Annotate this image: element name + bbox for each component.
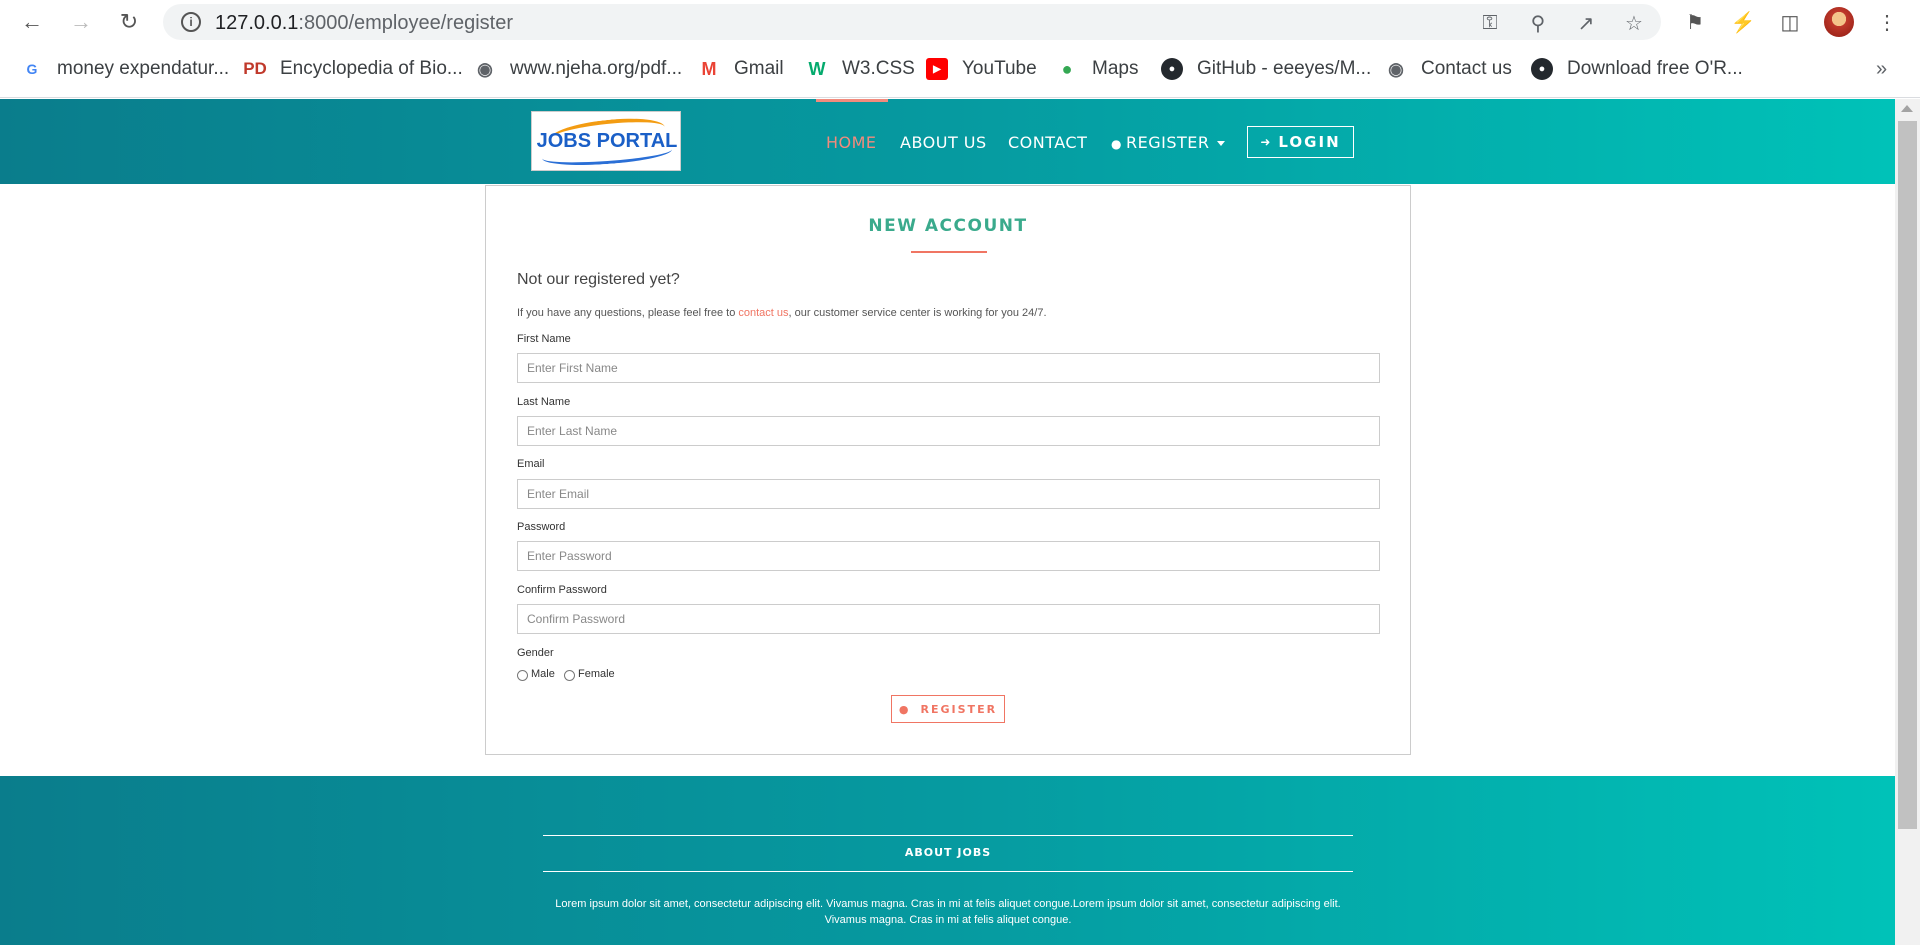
performance-icon[interactable]: ⚡ [1729,8,1757,36]
page-scrollbar[interactable] [1895,99,1920,945]
bookmarks-bar: Gmoney expendatur... PD Encyclopedia of B… [0,44,1920,98]
page-viewport: JOBS PORTAL HOME ABOUT US CONTACT ● REGIS… [0,99,1895,945]
bookmark-youtube[interactable]: ▶ YouTube [926,58,1037,80]
user-plus-icon: ● [898,702,911,716]
password-label: Password [517,521,566,533]
github-icon: ● [1531,58,1553,80]
address-bar[interactable]: i 127.0.0.1:8000/employee/register ⚿ ⚲ ↗… [163,4,1661,40]
site-logo[interactable]: JOBS PORTAL [531,111,681,171]
bookmark-encyclopedia[interactable]: PD Encyclopedia of Bio... [243,58,463,80]
first-name-label: First Name [517,333,571,345]
gender-female-label[interactable]: Female [578,668,615,680]
title-underline [911,251,987,253]
maps-icon: ● [1061,58,1073,79]
bookmark-download-oreilly[interactable]: ● Download free O'R... [1531,58,1743,80]
bookmark-money[interactable]: Gmoney expendatur... [21,58,230,80]
bookmark-w3css[interactable]: W W3.CSS [806,58,915,80]
google-icon: G [26,61,38,77]
star-icon[interactable]: ☆ [1621,10,1647,36]
bookmark-gmail[interactable]: M Gmail [698,58,784,80]
confirm-password-input[interactable] [517,604,1380,634]
browser-toolbar: ← → ↻ i 127.0.0.1:8000/employee/register… [0,0,1920,44]
password-input[interactable] [517,541,1380,571]
bookmark-contact-us[interactable]: ◉ Contact us [1385,58,1512,80]
scroll-up-icon[interactable] [1901,105,1913,112]
side-panel-icon[interactable]: ◫ [1776,8,1804,36]
register-submit-button[interactable]: ● REGISTER [891,695,1005,723]
url-text[interactable]: 127.0.0.1:8000/employee/register [215,12,513,35]
contact-us-link[interactable]: contact us [738,307,788,319]
nav-active-indicator [816,99,888,102]
scroll-thumb[interactable] [1898,121,1917,829]
nav-about-us[interactable]: ABOUT US [900,133,987,152]
page-title: NEW ACCOUNT [868,216,1028,236]
zoom-icon[interactable]: ⚲ [1525,10,1551,36]
footer-divider [543,835,1353,836]
caret-down-icon [1217,141,1226,146]
youtube-icon: ▶ [926,58,948,80]
back-icon[interactable]: ← [18,8,46,36]
bookmark-maps[interactable]: ● Maps [1056,58,1139,80]
bookmark-njeha[interactable]: ◉ www.njeha.org/pdf... [474,58,682,80]
first-name-input[interactable] [517,353,1380,383]
forward-icon[interactable]: → [67,8,95,36]
globe-icon: ◉ [1388,58,1404,79]
reload-icon[interactable]: ↻ [115,8,143,36]
site-header: JOBS PORTAL HOME ABOUT US CONTACT ● REGIS… [0,99,1895,184]
github-icon: ● [1161,58,1183,80]
profile-avatar[interactable] [1824,7,1854,37]
last-name-label: Last Name [517,396,571,408]
email-label: Email [517,458,545,470]
bookmarks-overflow-button[interactable]: » [1876,58,1887,81]
gender-male-radio[interactable] [517,670,528,681]
site-footer: ABOUT JOBS Lorem ipsum dolor sit amet, c… [0,776,1895,945]
w3-icon: W [808,58,826,79]
user-icon: ● [1111,137,1122,151]
last-name-input[interactable] [517,416,1380,446]
extensions-icon[interactable]: ⚑ [1681,8,1709,36]
nav-home[interactable]: HOME [826,133,877,152]
gender-female-radio[interactable] [564,670,575,681]
form-description: If you have any questions, please feel f… [517,307,1047,319]
gender-male-label[interactable]: Male [531,668,555,680]
confirm-password-label: Confirm Password [517,584,607,596]
gender-label: Gender [517,647,554,659]
footer-divider [543,871,1353,872]
nav-register-dropdown[interactable]: ● REGISTER [1111,133,1226,152]
register-card: NEW ACCOUNT Not our registered yet? If y… [485,185,1411,755]
key-icon[interactable]: ⚿ [1477,10,1503,36]
footer-title: ABOUT JOBS [904,846,992,859]
gmail-icon: M [701,58,717,79]
login-button[interactable]: ➜ LOGIN [1247,126,1354,158]
form-subtitle: Not our registered yet? [517,271,680,288]
sign-in-icon: ➜ [1260,135,1273,149]
pd-icon: PD [243,59,267,78]
nav-contact[interactable]: CONTACT [1008,133,1087,152]
globe-icon: ◉ [477,58,493,79]
footer-text: Lorem ipsum dolor sit amet, consectetur … [555,898,1341,926]
bookmark-github-eeeyes[interactable]: ● GitHub - eeeyes/M... [1161,58,1371,80]
site-info-icon[interactable]: i [181,12,201,32]
menu-kebab-icon[interactable]: ⋮ [1873,8,1901,36]
share-icon[interactable]: ↗ [1573,10,1599,36]
email-input[interactable] [517,479,1380,509]
